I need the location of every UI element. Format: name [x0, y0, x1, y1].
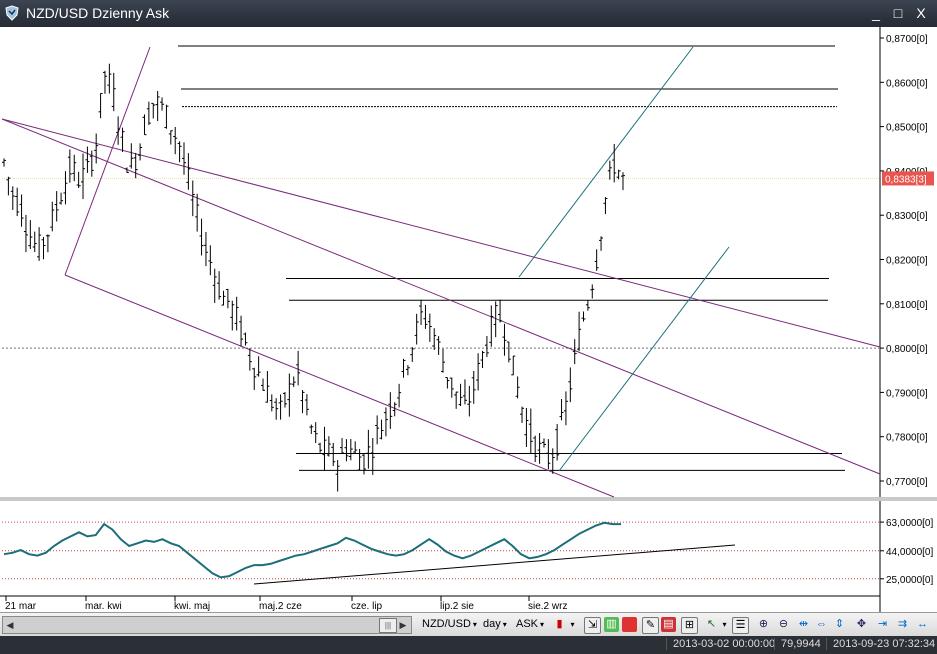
compress-horizontal-icon[interactable]: ⇔	[814, 617, 829, 632]
instrument-dropdown[interactable]: NZD/USD ▾	[420, 616, 479, 633]
color-theme-icon[interactable]	[622, 617, 637, 632]
time-axis-label: sie.2 wrz	[528, 601, 567, 612]
indicator-line	[3, 521, 621, 579]
zoom-out-icon[interactable]: ⊖	[776, 617, 791, 632]
close-button[interactable]: X	[911, 4, 931, 22]
status-value: 79,9944	[774, 638, 821, 650]
price-axis-label: 0,8600[0]	[886, 78, 928, 89]
status-start-time: 2013-03-02 00:00:00	[666, 638, 775, 650]
horizontal-scrollbar[interactable]: ◀ ||| ▶	[2, 616, 412, 634]
instrument-chevron-down-icon: ▾	[472, 620, 477, 629]
side-label: ASK	[516, 618, 539, 630]
chart-toolbar: ◀ ||| ▶ NZD/USD ▾ day ▾ ASK ▾ ▮ ▾ ⇲ ▥ ✎ ▤ ⊞…	[0, 612, 937, 637]
period-label: day	[483, 618, 501, 630]
window-title: NZD/USD Dzienny Ask	[26, 5, 170, 21]
cursor-tool-chevron-icon[interactable]: ▾	[717, 617, 732, 632]
time-axis-label: mar. kwi	[85, 601, 122, 612]
maximize-button[interactable]: □	[888, 4, 908, 22]
app-shield-icon	[5, 5, 19, 21]
template-icon[interactable]: ⊞	[681, 617, 698, 634]
scroll-left-icon[interactable]: ◀	[3, 617, 17, 633]
scroll-thumb[interactable]: |||	[379, 618, 397, 633]
zoom-in-icon[interactable]: ⊕	[756, 617, 771, 632]
time-axis-label: cze. lip	[351, 601, 383, 612]
auto-scroll-icon[interactable]: ⇉	[895, 617, 910, 632]
price-axis-label: 0,8100[0]	[886, 300, 928, 311]
price-axis-label: 0,8500[0]	[886, 123, 928, 134]
trend-channel-line[interactable]	[64, 46, 151, 276]
current-price-label: 0,8383[3]	[885, 174, 927, 185]
price-axis-label: 0,8000[0]	[886, 344, 928, 355]
bar-chart-icon[interactable]: ▥	[604, 617, 619, 632]
price-axis-label: 0,8200[0]	[886, 256, 928, 267]
time-axis-label: 21 mar	[5, 601, 37, 612]
reset-view-icon[interactable]: ↔	[915, 617, 930, 632]
pane-separator[interactable]	[0, 497, 937, 501]
side-chevron-down-icon: ▾	[540, 620, 545, 629]
price-axis-label: 0,7800[0]	[886, 433, 928, 444]
chart-area[interactable]: 0,8700[0]0,8600[0]0,8500[0]0,8400[0]0,83…	[0, 27, 937, 612]
time-axis-label: maj.2 cze	[259, 601, 302, 612]
trend-channel-line[interactable]	[1, 118, 881, 348]
indicator-axis-label: 25,0000[0]	[886, 575, 933, 586]
scroll-end-icon[interactable]: ⇥	[875, 617, 890, 632]
candle-type-chevron-icon[interactable]: ▾	[565, 617, 580, 632]
trend-channel-line[interactable]	[1, 118, 881, 475]
expand-vertical-icon[interactable]: ⇕	[832, 617, 847, 632]
trend-channel-line[interactable]	[64, 274, 615, 498]
pan-icon[interactable]: ✥	[854, 617, 869, 632]
price-axis-label: 0,8300[0]	[886, 211, 928, 222]
scroll-right-icon[interactable]: ▶	[396, 617, 410, 633]
period-dropdown[interactable]: day ▾	[481, 616, 509, 633]
price-axis-label: 0,7900[0]	[886, 388, 928, 399]
time-axis-label: kwi. maj	[174, 601, 210, 612]
indicator-axis-label: 44,0000[0]	[886, 547, 933, 558]
side-dropdown[interactable]: ASK ▾	[514, 616, 546, 633]
price-axis-label: 0,8700[0]	[886, 34, 928, 45]
status-bar: 2013-03-02 00:00:00 79,9944 2013-09-23 0…	[0, 636, 937, 654]
zoom-fit-icon[interactable]: ⇲	[584, 617, 601, 634]
period-chevron-down-icon: ▾	[502, 620, 507, 629]
teal-channel-lower-line[interactable]	[558, 246, 730, 472]
teal-channel-upper-line[interactable]	[518, 46, 694, 278]
title-bar: NZD/USD Dzienny Ask _ □ X	[0, 0, 937, 27]
time-axis-label: lip.2 sie	[440, 601, 474, 612]
price-axis-label: 0,7700[0]	[886, 477, 928, 488]
minimize-button[interactable]: _	[866, 4, 886, 22]
objects-list-icon[interactable]: ☰	[732, 617, 749, 634]
indicators-icon[interactable]: ✎	[642, 617, 659, 634]
indicator-axis-label: 63,0000[0]	[886, 518, 933, 529]
drawings-icon[interactable]: ▤	[661, 617, 676, 632]
price-chart[interactable]: 0,8700[0]0,8600[0]0,8500[0]0,8400[0]0,83…	[0, 27, 937, 612]
expand-horizontal-icon[interactable]: ⇹	[796, 617, 811, 632]
status-end-time: 2013-09-23 07:32:34	[826, 638, 935, 650]
instrument-label: NZD/USD	[422, 618, 471, 630]
